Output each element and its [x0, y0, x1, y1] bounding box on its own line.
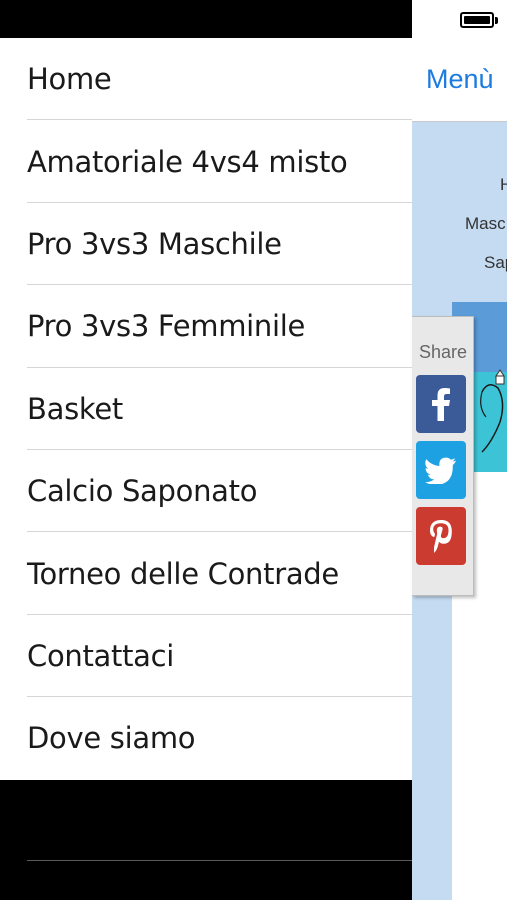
menu-item-label: Pro 3vs3 Femminile	[27, 309, 306, 344]
content-text-line: Masc	[465, 214, 506, 233]
navigation-bar: Menù	[412, 38, 507, 122]
drawer-divider	[27, 860, 412, 861]
menu-item-torneo-delle-contrade[interactable]: Torneo delle Contrade	[0, 532, 412, 616]
menu-item-label: Torneo delle Contrade	[27, 556, 339, 591]
share-label: Share	[418, 342, 468, 362]
navigation-drawer: Home Amatoriale 4vs4 misto Pro 3vs3 Masc…	[0, 0, 412, 900]
menu-item-pro-3vs3-femminile[interactable]: Pro 3vs3 Femminile	[0, 285, 412, 368]
share-facebook-button[interactable]	[416, 375, 466, 433]
content-text-area: H Masc Sap	[412, 122, 507, 302]
twitter-icon	[425, 457, 456, 484]
menu-item-contattaci[interactable]: Contattaci	[0, 615, 412, 698]
facebook-icon	[432, 388, 450, 421]
menu-item-label: Basket	[27, 391, 123, 426]
menu-item-label: Amatoriale 4vs4 misto	[27, 144, 348, 179]
menu-list: Home Amatoriale 4vs4 misto Pro 3vs3 Masc…	[0, 38, 412, 780]
menu-item-label: Pro 3vs3 Maschile	[27, 226, 282, 261]
share-widget: Share	[412, 316, 474, 596]
menu-item-home[interactable]: Home	[0, 38, 412, 121]
battery-icon	[460, 12, 498, 28]
menu-item-pro-3vs3-maschile[interactable]: Pro 3vs3 Maschile	[0, 203, 412, 286]
menu-item-label: Dove siamo	[27, 721, 196, 756]
menu-item-basket[interactable]: Basket	[0, 368, 412, 451]
menu-item-amatoriale-4vs4-misto[interactable]: Amatoriale 4vs4 misto	[0, 120, 412, 204]
menu-item-label: Home	[27, 62, 112, 97]
pinterest-icon	[430, 520, 452, 553]
share-twitter-button[interactable]	[416, 441, 466, 499]
menu-item-label: Contattaci	[27, 638, 175, 673]
drawer-status-area	[0, 0, 412, 38]
share-pinterest-button[interactable]	[416, 507, 466, 565]
menu-item-dove-siamo[interactable]: Dove siamo	[0, 697, 412, 779]
menu-button[interactable]: Menù	[426, 64, 494, 95]
status-bar	[412, 0, 507, 38]
menu-item-calcio-saponato[interactable]: Calcio Saponato	[0, 450, 412, 533]
content-text-line: Sap	[484, 253, 507, 272]
content-text-line: H	[500, 175, 507, 194]
menu-item-label: Calcio Saponato	[27, 474, 258, 509]
